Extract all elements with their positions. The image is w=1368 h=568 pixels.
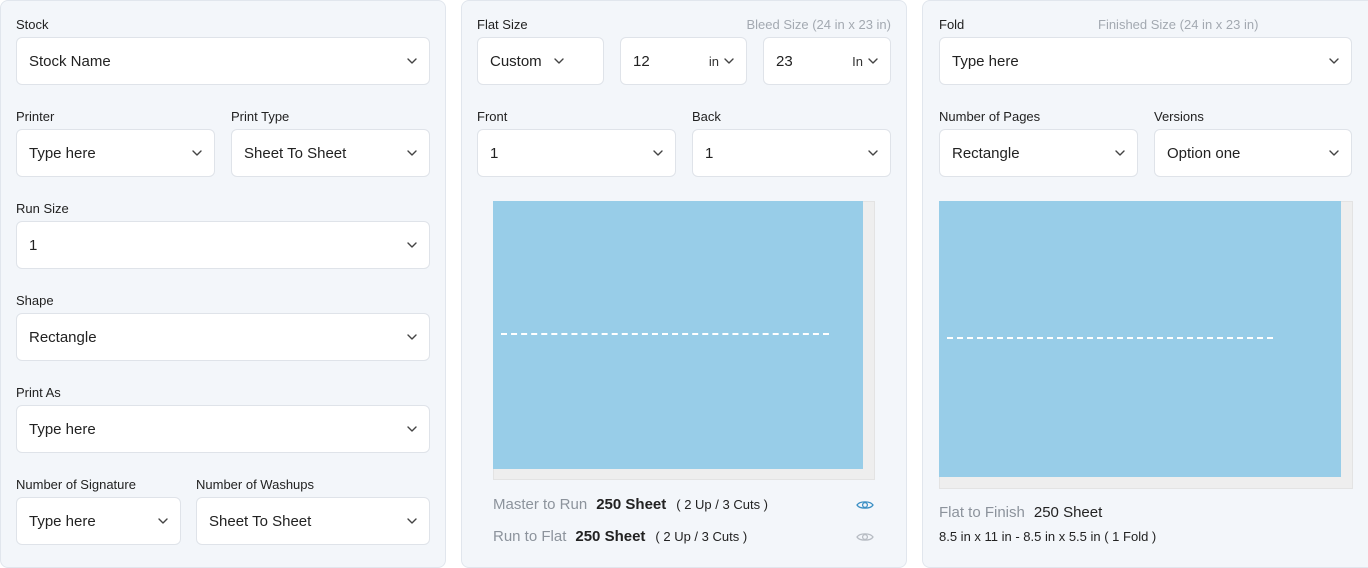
printer-select[interactable]: Type here: [16, 129, 215, 177]
finished-size-text: Finished Size (24 in x 23 in): [1098, 17, 1259, 32]
master-to-run-note: ( 2 Up / 3 Cuts ): [676, 497, 769, 512]
print-type-value: Sheet To Sheet: [244, 144, 347, 162]
master-to-run-summary: Master to Run 250 Sheet ( 2 Up / 3 Cuts …: [493, 496, 768, 513]
stock-select[interactable]: Stock Name: [16, 37, 430, 85]
height-input[interactable]: 23 In: [763, 37, 891, 85]
print-type-select[interactable]: Sheet To Sheet: [231, 129, 430, 177]
chevron-down-icon[interactable]: [724, 58, 734, 64]
chevron-down-icon: [158, 518, 168, 524]
versions-value: Option one: [1167, 144, 1241, 162]
stock-value: Stock Name: [29, 52, 111, 70]
eye-icon[interactable]: [856, 531, 874, 543]
versions-label: Versions: [1154, 109, 1204, 124]
pages-value: Rectangle: [952, 144, 1020, 162]
washups-value: Sheet To Sheet: [209, 512, 312, 530]
finish-sheet-preview: [939, 201, 1341, 477]
flat-to-finish-summary: Flat to Finish 250 Sheet: [939, 504, 1102, 521]
chevron-down-icon[interactable]: [868, 58, 878, 64]
bleed-size-text: Bleed Size (24 in x 23 in): [746, 17, 891, 32]
chevron-down-icon: [868, 150, 878, 156]
height-value: 23: [776, 52, 793, 70]
master-to-run-label: Master to Run: [493, 496, 588, 513]
front-label: Front: [477, 109, 508, 124]
pages-label: Number of Pages: [939, 109, 1041, 124]
run-to-flat-summary: Run to Flat 250 Sheet ( 2 Up / 3 Cuts ): [493, 528, 747, 545]
chevron-down-icon: [407, 334, 417, 340]
run-size-select[interactable]: 1: [16, 221, 430, 269]
print-as-value: Type here: [29, 420, 96, 438]
flat-size-panel: Flat Size Bleed Size (24 in x 23 in) Cus…: [461, 0, 907, 568]
print-as-label: Print As: [16, 385, 61, 400]
print-type-label: Print Type: [231, 109, 290, 124]
fold-value: Type here: [952, 52, 1019, 70]
back-select[interactable]: 1: [692, 129, 891, 177]
master-to-run-value: 250 Sheet: [596, 496, 667, 513]
flat-to-finish-label: Flat to Finish: [939, 504, 1025, 521]
printer-value: Type here: [29, 144, 96, 162]
shape-value: Rectangle: [29, 328, 97, 346]
chevron-down-icon: [407, 242, 417, 248]
fold-line: [947, 337, 1273, 339]
fold-select[interactable]: Type here: [939, 37, 1352, 85]
run-size-value: 1: [29, 236, 38, 254]
fold-label: Fold: [939, 17, 965, 32]
washups-label: Number of Washups: [196, 477, 315, 492]
printer-label: Printer: [16, 109, 55, 124]
eye-icon[interactable]: [856, 499, 874, 511]
chevron-down-icon: [653, 150, 663, 156]
run-to-flat-value: 250 Sheet: [575, 528, 646, 545]
flat-size-label: Flat Size: [477, 17, 528, 32]
chevron-down-icon: [192, 150, 202, 156]
height-unit[interactable]: In: [852, 54, 863, 69]
signature-select[interactable]: Type here: [16, 497, 181, 545]
print-setup-panel: Stock Stock Name Printer Type here Print…: [0, 0, 446, 568]
flat-sheet-preview: [493, 201, 863, 469]
signature-value: Type here: [29, 512, 96, 530]
shape-label: Shape: [16, 293, 54, 308]
width-input[interactable]: 12 in: [620, 37, 747, 85]
size-preset-value: Custom: [490, 52, 542, 70]
stock-label: Stock: [16, 17, 49, 32]
shape-select[interactable]: Rectangle: [16, 313, 430, 361]
fold-dimensions-text: 8.5 in x 11 in - 8.5 in x 5.5 in ( 1 Fol…: [939, 529, 1157, 544]
size-preset-select[interactable]: Custom: [477, 37, 604, 85]
chevron-down-icon: [553, 58, 564, 64]
fold-panel: Fold Finished Size (24 in x 23 in) Type …: [922, 0, 1368, 568]
front-value: 1: [490, 144, 499, 162]
front-select[interactable]: 1: [477, 129, 676, 177]
chevron-down-icon: [1329, 58, 1339, 64]
back-label: Back: [692, 109, 721, 124]
width-unit[interactable]: in: [709, 54, 719, 69]
chevron-down-icon: [1329, 150, 1339, 156]
flat-to-finish-value: 250 Sheet: [1033, 504, 1103, 521]
signature-label: Number of Signature: [16, 477, 136, 492]
width-value: 12: [633, 52, 650, 70]
versions-select[interactable]: Option one: [1154, 129, 1352, 177]
washups-select[interactable]: Sheet To Sheet: [196, 497, 430, 545]
chevron-down-icon: [407, 150, 417, 156]
pages-select[interactable]: Rectangle: [939, 129, 1138, 177]
chevron-down-icon: [407, 58, 417, 64]
run-to-flat-label: Run to Flat: [493, 528, 567, 545]
print-as-select[interactable]: Type here: [16, 405, 430, 453]
cut-line: [501, 333, 829, 335]
back-value: 1: [705, 144, 714, 162]
run-size-label: Run Size: [16, 201, 69, 216]
chevron-down-icon: [1115, 150, 1125, 156]
chevron-down-icon: [407, 426, 417, 432]
run-to-flat-note: ( 2 Up / 3 Cuts ): [655, 529, 748, 544]
chevron-down-icon: [407, 518, 417, 524]
